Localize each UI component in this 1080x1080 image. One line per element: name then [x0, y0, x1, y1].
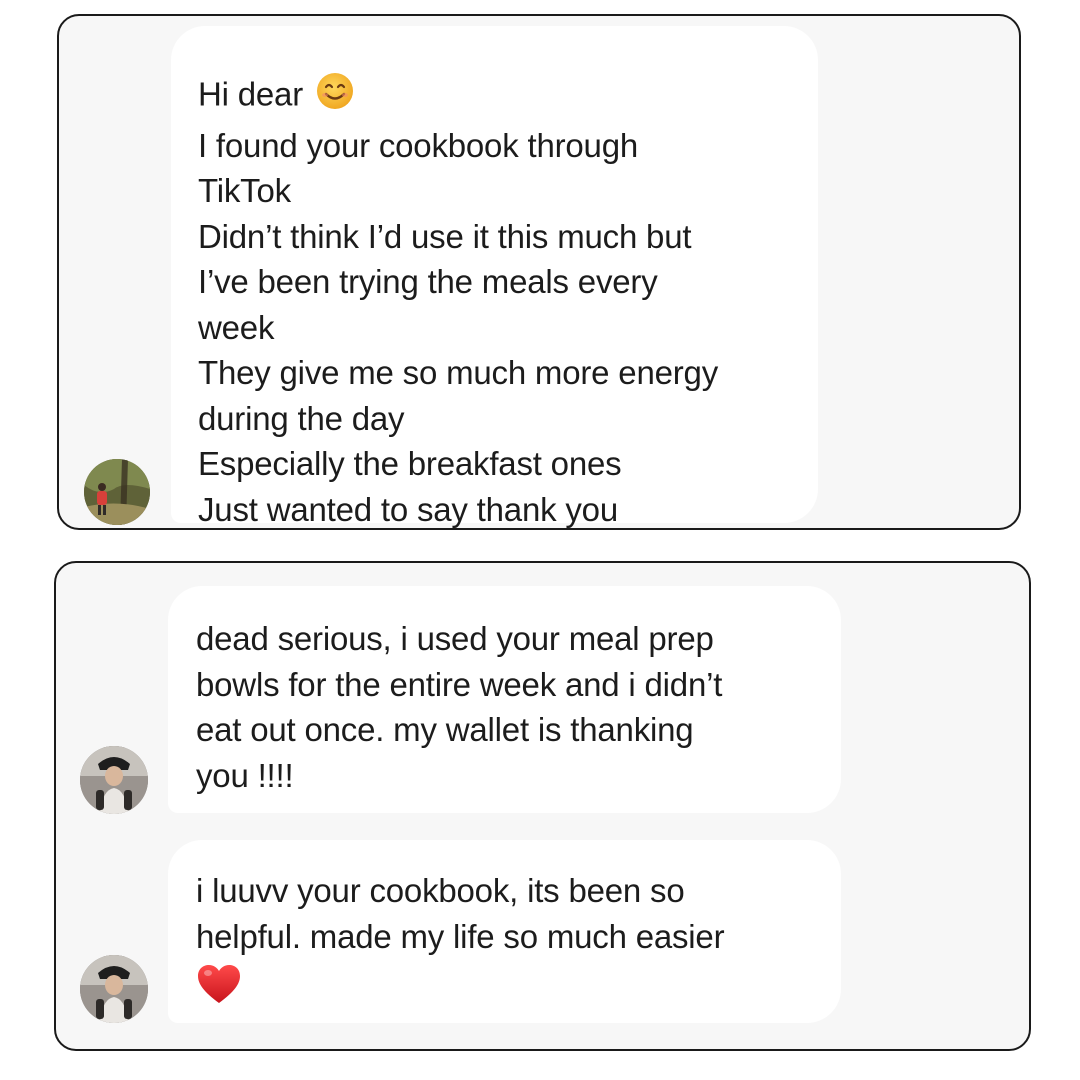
message-line: eat out once. my wallet is thanking — [196, 711, 694, 748]
message-bubble[interactable]: dead serious, i used your meal prep bowl… — [168, 586, 841, 813]
smiling-face-emoji-icon — [315, 71, 355, 123]
message-line: during the day — [198, 399, 405, 437]
message-line: TikTok — [198, 172, 291, 209]
message-line: Hi dear — [198, 71, 818, 123]
message-line: you !!!! — [196, 756, 294, 794]
message-line: week — [198, 308, 275, 346]
avatar[interactable] — [80, 746, 148, 814]
message-line: dead serious, i used your meal prep — [196, 620, 714, 657]
message-line: I’ve been trying the meals every — [198, 263, 658, 300]
red-heart-emoji-icon — [196, 963, 841, 1017]
message-line: i luuvv your cookbook, its been so — [196, 872, 685, 909]
message-line: helpful. made my life so much easier — [196, 917, 725, 955]
message-line: They give me so much more energy — [198, 354, 718, 391]
message-line: Just wanted to say thank you — [198, 490, 618, 528]
message-line: I found your cookbook through — [198, 126, 639, 164]
message-line: Didn’t think I’d use it this much but — [198, 217, 692, 255]
message-line: bowls for the entire week and i didn’t — [196, 665, 723, 703]
message-line: Especially the breakfast ones — [198, 445, 622, 482]
message-bubble[interactable]: i luuvv your cookbook, its been so helpf… — [168, 840, 841, 1023]
message-bubble[interactable]: Hi dear I found your cookbook through Ti… — [171, 26, 818, 528]
avatar[interactable] — [84, 459, 150, 525]
avatar[interactable] — [80, 955, 148, 1023]
